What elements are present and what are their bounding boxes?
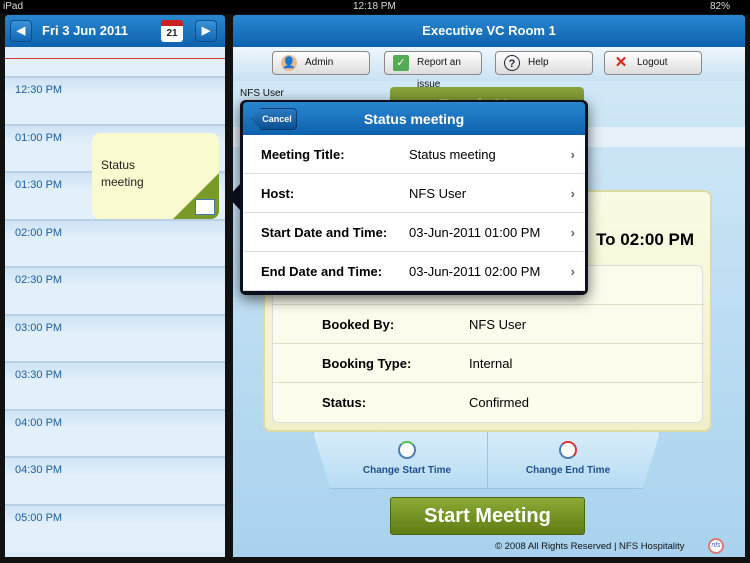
popover-row-label: Meeting Title: — [261, 147, 345, 162]
logout-x-icon: ✕ — [614, 54, 628, 71]
clock-start-icon — [398, 441, 416, 459]
edit-note-icon[interactable] — [195, 199, 215, 215]
popover-row-value: NFS User — [409, 186, 467, 201]
toolbar: 👤 Admin ✓ Report an issue ? Help ✕ Logout — [233, 47, 745, 90]
report-issue-button[interactable]: ✓ Report an issue — [384, 51, 482, 90]
admin-label: Admin — [305, 57, 334, 68]
calendar-event[interactable]: Status meeting — [92, 133, 219, 219]
change-start-label: Change Start Time — [362, 465, 452, 476]
popover-row[interactable]: End Date and Time: 03-Jun-2011 02:00 PM › — [243, 252, 585, 291]
calendar-icon[interactable]: 21 — [161, 20, 183, 42]
detail-label: Booked By: — [322, 317, 395, 332]
detail-value: Confirmed — [469, 395, 529, 410]
calendar-icon-day: 21 — [166, 28, 178, 39]
report-icon: ✓ — [393, 55, 409, 71]
change-end-label: Change End Time — [525, 465, 611, 476]
calendar-panel: ◀ Fri 3 Jun 2011 21 ▶ 12:30 PM 01:00 PM 01… — [5, 15, 225, 557]
detail-row-booking-type: Booking Type: Internal — [273, 344, 704, 383]
help-button[interactable]: ? Help — [495, 51, 593, 75]
popover-row-value: 03-Jun-2011 02:00 PM — [409, 264, 541, 279]
popover-row-label: Start Date and Time: — [261, 225, 388, 240]
popover-row[interactable]: Host: NFS User › — [243, 174, 585, 213]
tab-divider — [487, 432, 488, 489]
time-slot[interactable]: 02:00 PM — [5, 218, 225, 267]
logout-label: Logout — [637, 57, 668, 68]
popover-row-label: Host: — [261, 186, 295, 201]
time-slot[interactable]: 03:00 PM — [5, 313, 225, 362]
logout-button[interactable]: ✕ Logout — [604, 51, 702, 75]
detail-label: Status: — [322, 395, 367, 410]
chevron-right-icon: › — [570, 186, 575, 201]
room-title: Executive VC Room 1 — [233, 15, 745, 47]
time-slot[interactable]: 02:30 PM — [5, 266, 225, 314]
popover-row[interactable]: Start Date and Time: 03-Jun-2011 01:00 PM… — [243, 213, 585, 252]
footer-copyright: © 2008 All Rights Reserved | NFS Hospita… — [495, 541, 685, 552]
calendar-header: ◀ Fri 3 Jun 2011 21 ▶ — [5, 15, 225, 47]
event-title: Status meeting — [101, 158, 144, 189]
calendar-date: Fri 3 Jun 2011 — [42, 23, 128, 38]
meeting-popover: Cancel Status meeting Meeting Title: Stat… — [240, 100, 588, 295]
popover-title: Status meeting — [363, 111, 465, 127]
time-slot[interactable]: 05:00 PM — [5, 503, 225, 552]
popover-row-value: 03-Jun-2011 01:00 PM — [409, 225, 541, 240]
report-label: Report an issue — [417, 57, 461, 90]
next-day-button[interactable]: ▶ — [195, 20, 217, 42]
chevron-right-icon: › — [570, 264, 575, 279]
user-icon: 👤 — [281, 55, 297, 71]
detail-value: Internal — [469, 356, 513, 371]
nfs-logo: nfs — [708, 538, 724, 554]
detail-value: NFS User — [469, 317, 527, 332]
popover-row[interactable]: Meeting Title: Status meeting › — [243, 135, 585, 174]
time-range: To 02:00 PM — [596, 230, 694, 249]
clock: 12:18 PM — [353, 1, 396, 12]
prev-day-button[interactable]: ◀ — [10, 20, 32, 42]
chevron-right-icon: › — [570, 225, 575, 240]
detail-label: Booking Type: — [322, 356, 412, 371]
popover-row-label: End Date and Time: — [261, 264, 383, 279]
status-bar: iPad 12:18 PM 82% — [0, 0, 750, 14]
time-slot[interactable]: 04:30 PM — [5, 456, 225, 504]
change-end-time-button[interactable]: Change End Time — [489, 432, 647, 489]
detail-row-status: Status: Confirmed — [273, 383, 704, 422]
detail-row-booked-by: Booked By: NFS User — [273, 305, 704, 344]
popover-row-value: Status meeting — [409, 147, 496, 162]
current-time-line — [5, 58, 225, 59]
help-label: Help — [528, 57, 549, 68]
chevron-right-icon: › — [570, 147, 575, 162]
start-meeting-button[interactable]: Start Meeting — [390, 497, 585, 535]
battery-level: 82% — [710, 1, 731, 12]
time-row-empty — [5, 47, 225, 78]
time-slot[interactable]: 04:00 PM — [5, 408, 225, 457]
admin-button[interactable]: 👤 Admin — [272, 51, 370, 75]
clock-end-icon — [559, 441, 577, 459]
change-start-time-button[interactable]: Change Start Time — [328, 432, 486, 489]
popover-header: Cancel Status meeting — [243, 102, 585, 135]
current-user: NFS User — [240, 88, 284, 99]
time-slot[interactable]: 12:30 PM — [5, 76, 225, 124]
device-name: iPad — [3, 1, 24, 12]
help-icon: ? — [504, 55, 520, 71]
time-slot[interactable]: 03:30 PM — [5, 361, 225, 409]
